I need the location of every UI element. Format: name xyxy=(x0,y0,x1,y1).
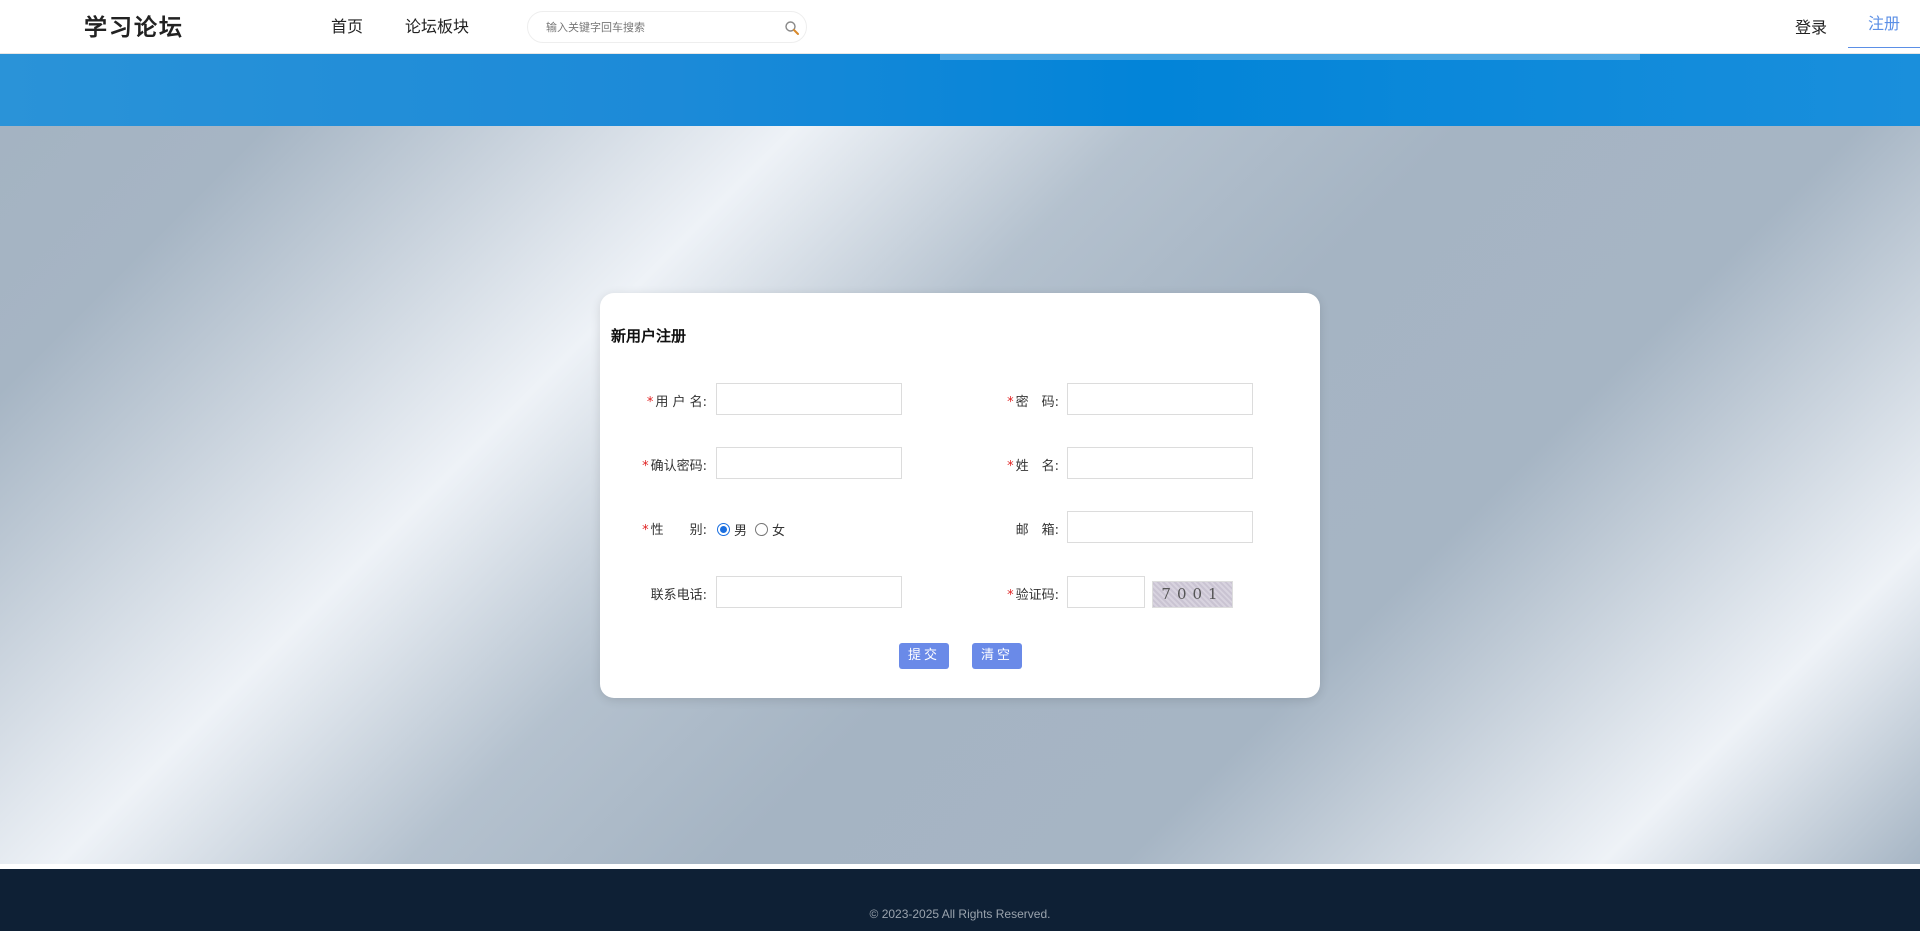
name-label-wrap: * 姓 名: xyxy=(970,447,1059,479)
required-mark: * xyxy=(1007,588,1014,603)
name-input[interactable] xyxy=(1067,447,1253,479)
required-mark: * xyxy=(1007,459,1014,474)
captcha-label-wrap: * 验证码: xyxy=(970,576,1059,608)
banner-sheen xyxy=(940,54,1640,60)
nav-forum-sections[interactable]: 论坛板块 xyxy=(405,13,469,37)
copyright-text: © 2023-2025 All Rights Reserved. xyxy=(869,907,1051,921)
email-input[interactable] xyxy=(1067,511,1253,543)
username-input[interactable] xyxy=(716,383,902,415)
gender-male-radio[interactable] xyxy=(717,522,730,536)
confirm-label-wrap: * 确认密码: xyxy=(618,447,707,479)
confirm-password-label: 确认密码: xyxy=(650,459,707,474)
captcha-label: 验证码: xyxy=(1015,588,1059,603)
gender-label: 性 别: xyxy=(650,523,707,538)
password-label: 密 码: xyxy=(1015,395,1059,410)
nav-home[interactable]: 首页 xyxy=(331,13,363,37)
header-banner xyxy=(0,54,1920,126)
phone-input[interactable] xyxy=(716,576,902,608)
required-mark: * xyxy=(642,459,649,474)
gender-male-label[interactable]: 男 xyxy=(734,520,747,539)
phone-label-wrap: 联系电话: xyxy=(618,576,707,608)
submit-button[interactable]: 提交 xyxy=(899,643,949,669)
password-label-wrap: * 密 码: xyxy=(970,383,1059,415)
password-input[interactable] xyxy=(1067,383,1253,415)
login-link[interactable]: 登录 xyxy=(1795,14,1827,38)
captcha-image[interactable]: 7001 xyxy=(1152,581,1233,608)
search-box xyxy=(527,11,807,43)
gender-label-wrap: * 性 别: xyxy=(618,511,707,543)
username-label-wrap: * 用 户 名: xyxy=(618,383,707,415)
register-link[interactable]: 注册 xyxy=(1848,0,1920,48)
required-mark: * xyxy=(1007,395,1014,410)
site-logo[interactable]: 学习论坛 xyxy=(84,8,184,42)
name-label: 姓 名: xyxy=(1015,459,1059,474)
phone-label: 联系电话: xyxy=(650,588,707,603)
username-label: 用 户 名: xyxy=(655,395,707,410)
gender-female-radio[interactable] xyxy=(755,522,769,536)
email-label: 邮 箱: xyxy=(1015,523,1059,538)
footer: © 2023-2025 All Rights Reserved. xyxy=(0,869,1920,931)
email-label-wrap: 邮 箱: xyxy=(970,511,1059,543)
required-mark: * xyxy=(642,523,649,538)
top-navbar: 学习论坛 首页 论坛板块 登录 注册 xyxy=(0,0,1920,54)
captcha-input[interactable] xyxy=(1067,576,1145,608)
confirm-password-input[interactable] xyxy=(716,447,902,479)
clear-button[interactable]: 清空 xyxy=(972,643,1022,669)
gender-female-label[interactable]: 女 xyxy=(772,520,785,539)
required-mark: * xyxy=(646,395,654,410)
gender-radio-group: 男 女 xyxy=(717,519,793,539)
register-card: 新用户注册 * 用 户 名: * 密 码: * 确认密码: * 姓 名: * 性 别: 男… xyxy=(600,293,1320,698)
form-title: 新用户注册 xyxy=(611,327,687,345)
search-input[interactable] xyxy=(546,17,766,37)
search-icon[interactable] xyxy=(784,20,800,36)
